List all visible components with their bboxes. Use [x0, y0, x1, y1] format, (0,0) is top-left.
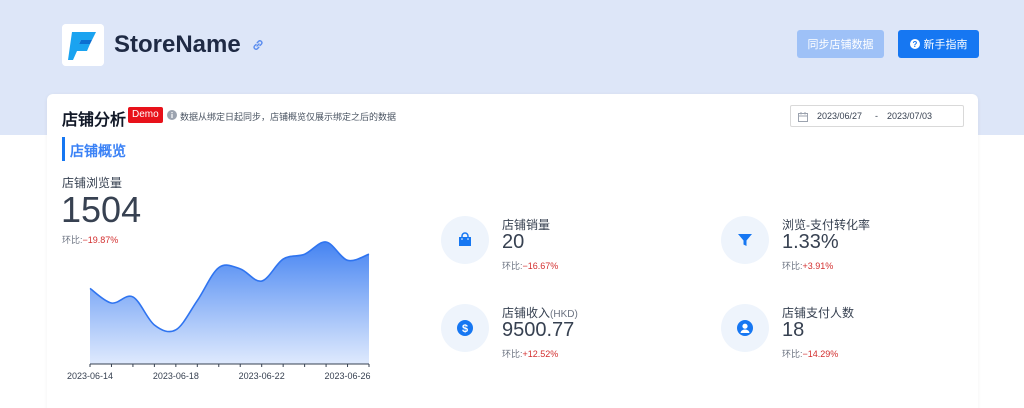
conversion-icon-circle [721, 216, 769, 264]
section-title: 店铺概览 [70, 143, 126, 159]
views-value: 1504 [61, 189, 142, 230]
question-circle-icon: ? [909, 39, 920, 49]
payers-ratio-value: −14.29% [802, 349, 839, 359]
conversion-ratio: 环比:+3.91% [782, 259, 833, 272]
chart-x-tick-label: 2023-06-14 [67, 371, 113, 381]
revenue-value: 9500.77 [502, 319, 575, 341]
revenue-label-text: 店铺收入 [502, 306, 551, 320]
payers-ratio-label: 环比: [782, 349, 803, 359]
demo-badge: Demo [128, 107, 163, 123]
store-analysis-card: 店铺分析 Demo 数据从绑定日起同步，店铺概览仅展示绑定之后的数据 2023/… [47, 94, 978, 408]
chart-x-tick-label: 2023-06-18 [153, 371, 199, 381]
sales-icon-circle [441, 216, 489, 264]
section-accent-bar [62, 137, 65, 161]
chart-area-fill [90, 241, 369, 364]
payers-ratio: 环比:−14.29% [782, 347, 838, 360]
chart-x-tick-label: 2023-06-26 [325, 371, 371, 381]
conversion-ratio-value: +3.91% [802, 261, 834, 271]
sales-ratio-label: 环比: [502, 261, 523, 271]
sync-button-label: 同步店铺数据 [807, 39, 874, 51]
revenue-ratio-value: +12.52% [522, 349, 559, 359]
payers-value: 18 [782, 319, 805, 341]
store-logo [62, 24, 104, 66]
revenue-ratio: 环比:+12.52% [502, 347, 558, 360]
user-icon [737, 320, 753, 336]
date-separator: - [875, 111, 878, 121]
link-icon[interactable] [251, 38, 265, 52]
metric-payers: 店铺支付人数 18 环比:−14.29% [721, 302, 981, 362]
date-range-picker[interactable]: 2023/06/27 - 2023/07/03 [790, 105, 964, 127]
funnel-icon [738, 234, 752, 246]
info-icon [167, 110, 177, 120]
info-text: 数据从绑定日起同步，店铺概览仅展示绑定之后的数据 [180, 112, 397, 122]
header: StoreName 同步店铺数据 ? 新手指南 [0, 0, 1024, 90]
date-start[interactable]: 2023/06/27 [817, 111, 862, 121]
guide-button-label: 新手指南 [923, 39, 968, 51]
metric-conversion: 浏览-支付转化率 1.33% 环比:+3.91% [721, 214, 981, 274]
sales-value: 20 [502, 231, 525, 253]
sales-ratio: 环比:−16.67% [502, 259, 558, 272]
conversion-value: 1.33% [782, 231, 839, 253]
shopping-bag-icon [459, 232, 471, 246]
card-title: 店铺分析 [62, 112, 127, 129]
dollar-icon: $ [457, 320, 473, 336]
conversion-ratio-label: 环比: [782, 261, 803, 271]
svg-text:?: ? [912, 40, 917, 49]
svg-text:$: $ [462, 323, 468, 335]
sales-ratio-value: −16.67% [522, 261, 559, 271]
logo-icon [62, 24, 104, 66]
chart-x-tick-label: 2023-06-22 [239, 371, 285, 381]
metric-sales: 店铺销量 20 环比:−16.67% [441, 214, 701, 274]
payers-icon-circle [721, 304, 769, 352]
sync-store-data-button[interactable]: 同步店铺数据 [797, 30, 884, 58]
calendar-icon [798, 112, 808, 122]
views-area-chart: 2023-06-14 2023-06-18 2023-06-22 2023-06-26 [67, 241, 371, 381]
beginner-guide-button[interactable]: ? 新手指南 [898, 30, 979, 58]
revenue-ratio-label: 环比: [502, 349, 523, 359]
revenue-icon-circle: $ [441, 304, 489, 352]
metric-revenue: $ 店铺收入(HKD) 9500.77 环比:+12.52% [441, 302, 701, 362]
store-name: StoreName [114, 31, 241, 58]
date-end[interactable]: 2023/07/03 [887, 111, 932, 121]
